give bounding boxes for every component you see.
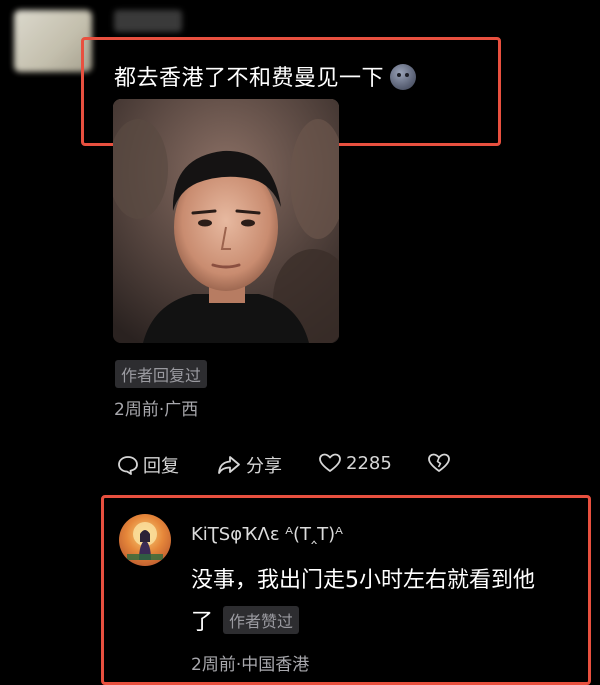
reply-button-label: 回复 <box>143 456 179 477</box>
broken-heart-icon <box>428 453 450 472</box>
dislike-button[interactable] <box>427 452 451 474</box>
comment-text-content: 都去香港了不和费曼见一下 <box>114 66 385 91</box>
like-count: 2285 <box>346 452 392 474</box>
comment-text: 都去香港了不和费曼见一下 <box>114 60 417 92</box>
reply-button[interactable]: 回复 <box>117 452 179 478</box>
reply-text-line2: 了 作者赞过 <box>191 604 300 636</box>
share-button[interactable]: 分享 <box>216 452 282 478</box>
share-arrow-icon <box>218 456 240 474</box>
commenter-name-blurred[interactable] <box>114 10 182 32</box>
comment-meta: 2周前·广西 <box>114 400 199 420</box>
like-button[interactable]: 2285 <box>318 452 392 474</box>
author-replied-badge: 作者回复过 <box>115 360 208 388</box>
reply-avatar[interactable] <box>119 514 171 566</box>
heart-icon <box>319 453 341 472</box>
reply-username[interactable]: KiƮSφҠΛε ᴬ(T‸T)ᴬ <box>191 524 343 545</box>
reply-text-tail: 了 <box>191 610 214 635</box>
smiley-sticker-icon <box>390 64 417 90</box>
share-button-label: 分享 <box>246 456 282 477</box>
author-liked-badge: 作者赞过 <box>223 606 300 634</box>
comment-image[interactable] <box>113 99 339 343</box>
reply-meta: 2周前·中国香港 <box>191 655 310 675</box>
reply-text: 没事，我出门走5小时左右就看到他 <box>191 568 535 593</box>
comment-bubble-icon <box>118 456 138 475</box>
